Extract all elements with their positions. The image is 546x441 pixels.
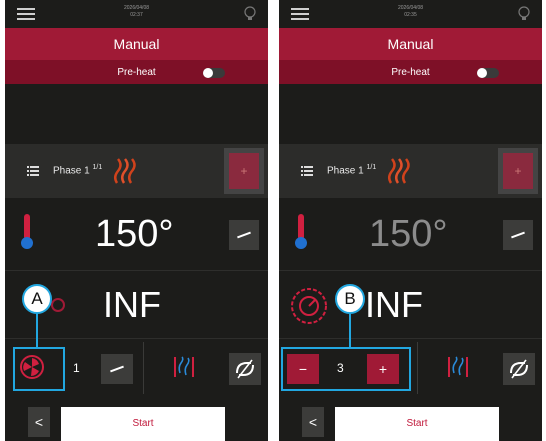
fan-reverse-button[interactable] xyxy=(503,353,535,385)
preheat-toggle[interactable] xyxy=(477,68,499,78)
temperature-value: 150° xyxy=(369,213,448,255)
divider xyxy=(143,342,144,394)
add-phase-label: + xyxy=(503,153,533,189)
heat-icon xyxy=(114,158,136,184)
humidity-icon[interactable] xyxy=(173,355,195,379)
bottom-bar: < Start xyxy=(279,404,542,441)
status-clock: 2026/04/08 02:35 xyxy=(279,5,542,19)
back-button[interactable]: < xyxy=(302,407,324,437)
phase-count: 1/1 xyxy=(366,164,377,171)
preheat-toggle[interactable] xyxy=(203,68,225,78)
phase-count: 1/1 xyxy=(92,164,103,171)
callout-badge-b: B xyxy=(335,284,365,314)
humidity-icon[interactable] xyxy=(447,355,469,379)
heat-icon xyxy=(388,158,410,184)
oven-screen-b: 2026/04/08 02:35 Manual Pre-heat Phase 1… xyxy=(279,0,542,441)
reverse-icon xyxy=(236,359,254,379)
edit-icon xyxy=(511,231,525,239)
callout-badge-a: A xyxy=(22,284,52,314)
preheat-label: Pre-heat xyxy=(117,67,156,78)
list-icon xyxy=(27,166,39,176)
reverse-icon xyxy=(510,359,528,379)
phase-label: Phase 1 xyxy=(53,165,90,177)
status-bar: 2026/04/08 02:35 xyxy=(279,0,542,28)
duration-row: INF xyxy=(279,270,542,339)
callout-box-a xyxy=(13,347,65,391)
edit-temperature-button[interactable] xyxy=(503,220,533,250)
phase-row[interactable]: Phase 1 1/1 + xyxy=(279,144,542,198)
mode-title: Manual xyxy=(113,36,160,52)
mode-title: Manual xyxy=(387,36,434,52)
edit-fan-button[interactable] xyxy=(101,354,133,384)
edit-icon xyxy=(237,231,251,239)
phase-label: Phase 1 xyxy=(327,165,364,177)
divider xyxy=(417,342,418,394)
status-clock: 2026/04/08 02:37 xyxy=(5,5,268,19)
add-phase-label: + xyxy=(229,153,259,189)
temperature-row: 150° xyxy=(5,198,268,271)
back-button[interactable]: < xyxy=(28,407,50,437)
timer-icon xyxy=(291,288,327,324)
mode-header: Manual Pre-heat xyxy=(279,28,542,84)
add-phase-button[interactable]: + xyxy=(224,148,264,194)
preheat-label: Pre-heat xyxy=(391,67,430,78)
status-time: 02:35 xyxy=(404,12,417,18)
duration-value: INF xyxy=(365,284,423,325)
bottom-bar: < Start xyxy=(5,404,268,441)
start-button[interactable]: Start xyxy=(335,407,499,441)
edit-temperature-button[interactable] xyxy=(229,220,259,250)
start-button[interactable]: Start xyxy=(61,407,225,441)
duration-value: INF xyxy=(103,284,161,325)
fan-reverse-button[interactable] xyxy=(229,353,261,385)
callout-line-a xyxy=(36,313,38,347)
mode-header: Manual Pre-heat xyxy=(5,28,268,84)
lightbulb-icon[interactable] xyxy=(518,6,530,22)
lightbulb-icon[interactable] xyxy=(244,6,256,22)
edit-icon xyxy=(110,365,124,373)
thermometer-icon xyxy=(295,214,307,249)
thermometer-icon xyxy=(21,214,33,249)
temperature-value: 150° xyxy=(95,213,174,255)
status-time: 02:37 xyxy=(130,12,143,18)
callout-line-b xyxy=(349,314,351,347)
temperature-row: 150° xyxy=(279,198,542,271)
phase-row[interactable]: Phase 1 1/1 + xyxy=(5,144,268,198)
timer-icon xyxy=(51,298,65,312)
status-date: 2026/04/08 xyxy=(397,5,424,11)
status-bar: 2026/04/08 02:37 xyxy=(5,0,268,28)
fan-speed-value: 1 xyxy=(73,361,80,375)
callout-box-b xyxy=(281,347,411,391)
status-date: 2026/04/08 xyxy=(123,5,150,11)
oven-screen-a: 2026/04/08 02:37 Manual Pre-heat Phase 1… xyxy=(5,0,268,441)
add-phase-button[interactable]: + xyxy=(498,148,538,194)
list-icon xyxy=(301,166,313,176)
